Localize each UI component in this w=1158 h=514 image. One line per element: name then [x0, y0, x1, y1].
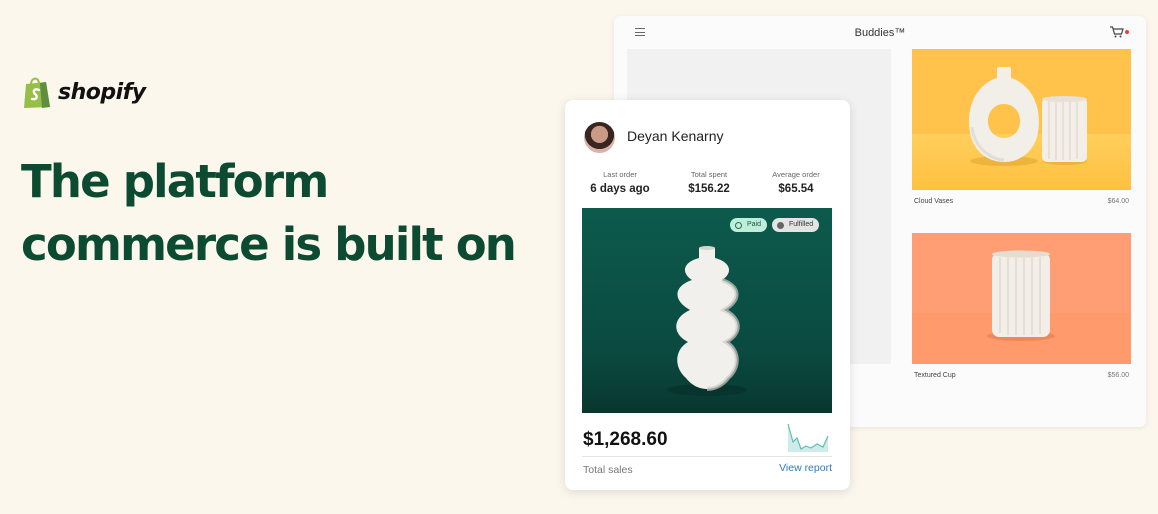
stat-average-order: Average order $65.54	[751, 170, 841, 195]
store-header: Buddies™	[614, 16, 1146, 48]
shopify-bag-icon	[24, 77, 50, 108]
product-name: Cloud Vases	[914, 198, 954, 205]
cart-icon[interactable]	[1110, 26, 1124, 38]
product-name: Textured Cup	[914, 372, 956, 379]
customer-avatar	[584, 122, 615, 153]
product-price: $64.00	[1107, 198, 1129, 205]
stat-label: Last order	[603, 170, 637, 179]
order-product-image: Paid Fulfilled	[582, 208, 832, 413]
stat-value: $65.54	[778, 183, 814, 195]
sales-sparkline	[787, 423, 829, 452]
product-card-cloud-vases[interactable]: Cloud Vases $64.00	[912, 49, 1131, 205]
total-sales-value: $1,268.60	[583, 429, 668, 450]
product-card-textured-cup[interactable]: Textured Cup $56.00	[912, 233, 1131, 379]
cart-badge-dot	[1125, 30, 1129, 34]
stat-value: $156.22	[688, 183, 730, 195]
headline-line-2: commerce is built on	[21, 218, 517, 271]
stat-label: Average order	[772, 170, 820, 179]
stat-total-spent: Total spent $156.22	[664, 170, 754, 195]
card-divider	[582, 456, 832, 457]
shopify-logo[interactable]: shopify	[22, 76, 146, 109]
stat-label: Total spent	[690, 170, 728, 179]
product-info: Textured Cup $56.00	[912, 372, 1131, 379]
stat-last-order: Last order 6 days ago	[575, 170, 665, 195]
hero-headline: The platform commerce is built on	[21, 150, 541, 276]
headline-line-1: The platform	[21, 155, 329, 208]
product-price: $56.00	[1107, 372, 1129, 379]
stat-value: 6 days ago	[590, 183, 650, 195]
view-report-link[interactable]: View report	[779, 462, 832, 474]
customer-name: Deyan Kenarny	[627, 128, 724, 144]
total-sales-label: Total sales	[583, 464, 633, 476]
store-title: Buddies™	[854, 27, 906, 39]
product-info: Cloud Vases $64.00	[912, 198, 1131, 205]
product-image	[912, 49, 1131, 190]
product-image	[912, 233, 1131, 364]
logo-wordmark: shopify	[58, 80, 146, 105]
customer-card: Deyan Kenarny Last order 6 days ago Tota…	[565, 100, 850, 490]
